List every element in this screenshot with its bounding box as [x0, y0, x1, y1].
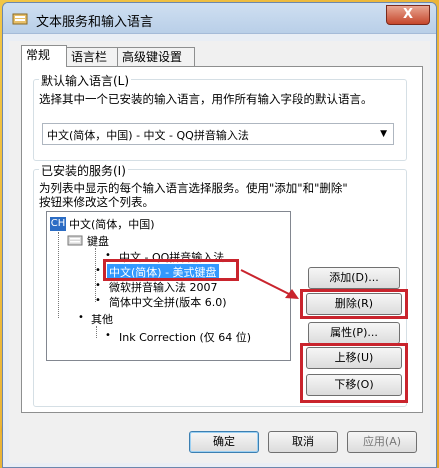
window-title: 文本服务和输入语言 [36, 15, 154, 30]
tree-keyboard-node[interactable]: 键盘 [87, 233, 109, 249]
bullet-icon: • [105, 330, 111, 341]
properties-button[interactable]: 属性(P)... [308, 322, 400, 344]
tree-other-node[interactable]: 其他 [91, 311, 113, 327]
default-language-description: 选择其中一个已安装的输入语言，用作所有输入字段的默认语言。 [39, 92, 373, 106]
default-language-legend: 默认输入语言(L) [39, 72, 132, 89]
apply-button[interactable]: 应用(A) [347, 431, 417, 453]
dialog-client: 常规 语言栏 高级键设置 默认输入语言(L) 选择其中一个已安装的输入语言，用作… [9, 41, 430, 463]
cancel-button[interactable]: 取消 [268, 431, 338, 453]
bullet-icon: • [95, 280, 101, 291]
close-button[interactable]: X [386, 5, 430, 25]
dialog-window: 文本服务和输入语言 X 常规 语言栏 高级键设置 默认输入语言(L) 选择其中一… [2, 2, 437, 468]
tree-line [58, 232, 59, 318]
tab-advanced-keys[interactable]: 高级键设置 [117, 47, 195, 66]
tree-keyboard-item[interactable]: 微软拼音输入法 2007 [109, 279, 218, 295]
bullet-icon: • [95, 265, 101, 276]
keyboard-icon [12, 13, 28, 25]
highlight-box [103, 259, 239, 281]
bullet-icon: • [78, 312, 84, 323]
services-tree[interactable]: CH 中文(简体，中国) 键盘 • 中文 - QQ拼音输入法 • 中文(简体) … [46, 211, 291, 361]
bullet-icon: • [95, 295, 101, 306]
move-up-button[interactable]: 上移(U) [306, 347, 402, 369]
move-down-button[interactable]: 下移(O) [306, 374, 402, 396]
remove-button[interactable]: 删除(R) [306, 293, 402, 315]
tree-language-node[interactable]: 中文(简体，中国) [69, 216, 155, 232]
tab-language-bar[interactable]: 语言栏 [66, 47, 118, 66]
language-ch-icon: CH [50, 217, 66, 231]
tab-general[interactable]: 常规 [21, 45, 67, 67]
keyboard-icon [67, 235, 83, 246]
installed-services-description-2: 按钮来修改这个列表。 [39, 195, 154, 209]
chevron-down-icon: ▼ [380, 129, 387, 139]
tree-keyboard-item[interactable]: 简体中文全拼(版本 6.0) [109, 294, 227, 310]
default-language-select[interactable]: 中文(简体，中国) - 中文 - QQ拼音输入法 ▼ [42, 123, 394, 145]
tree-line [96, 326, 97, 338]
installed-services-legend: 已安装的服务(I) [39, 162, 128, 179]
tree-other-item[interactable]: Ink Correction (仅 64 位) [119, 329, 251, 345]
default-language-value: 中文(简体，中国) - 中文 - QQ拼音输入法 [47, 129, 249, 142]
ok-button[interactable]: 确定 [189, 431, 259, 453]
add-button[interactable]: 添加(D)... [308, 267, 400, 289]
title-bar[interactable]: 文本服务和输入语言 X [3, 3, 436, 34]
